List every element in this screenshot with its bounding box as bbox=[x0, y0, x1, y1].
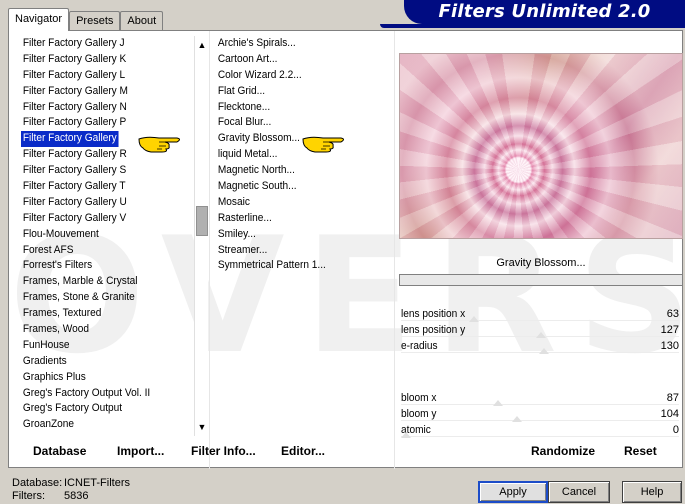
filter-item[interactable]: Mosaic bbox=[216, 195, 382, 211]
category-item[interactable]: Filter Factory Gallery V bbox=[21, 211, 173, 227]
filter-list[interactable]: Archie's Spirals... Cartoon Art... Color W… bbox=[216, 36, 396, 274]
filter-preview-image bbox=[399, 53, 683, 239]
apply-button[interactable]: Apply bbox=[478, 481, 548, 503]
parameter-slider[interactable]: atomic 0 bbox=[399, 422, 683, 438]
category-item[interactable]: Frames, Textured bbox=[21, 306, 173, 322]
category-item[interactable]: Filter Factory Gallery M bbox=[21, 84, 173, 100]
selected-filter-name: Gravity Blossom... bbox=[496, 257, 586, 269]
scroll-up-icon[interactable]: ▲ bbox=[195, 38, 209, 52]
category-scrollbar[interactable]: ▲ ▼ bbox=[194, 36, 208, 436]
category-item[interactable]: Filter Factory Gallery N bbox=[21, 100, 173, 116]
category-item-selected[interactable]: Filter Factory Gallery Q bbox=[21, 131, 127, 148]
filter-item[interactable]: Color Wizard 2.2... bbox=[216, 68, 382, 84]
category-item[interactable]: Filter Factory Gallery T bbox=[21, 179, 173, 195]
slider-track[interactable] bbox=[401, 436, 679, 437]
category-item[interactable]: Greg's Factory Output bbox=[21, 401, 173, 417]
tab-bar: Navigator Presets About bbox=[8, 8, 164, 31]
parameter-slider[interactable]: bloom y 104 bbox=[399, 406, 683, 422]
filter-item[interactable]: Cartoon Art... bbox=[216, 52, 382, 68]
category-item[interactable]: Filter Factory Gallery U bbox=[21, 195, 173, 211]
tab-navigator[interactable]: Navigator bbox=[8, 8, 70, 31]
category-item[interactable]: Gradients bbox=[21, 354, 173, 370]
filter-item[interactable]: Flat Grid... bbox=[216, 84, 382, 100]
database-label: Database: bbox=[12, 477, 63, 489]
filter-item[interactable]: Archie's Spirals... bbox=[216, 36, 382, 52]
category-item[interactable]: Greg's Factory Output Vol. II bbox=[21, 386, 173, 402]
filter-item[interactable]: Magnetic South... bbox=[216, 179, 382, 195]
filter-item[interactable]: Rasterline... bbox=[216, 211, 382, 227]
category-item[interactable]: Frames, Wood bbox=[21, 322, 173, 338]
tab-about[interactable]: About bbox=[120, 11, 164, 31]
slider-knob[interactable] bbox=[401, 432, 411, 438]
slider-track[interactable] bbox=[401, 404, 679, 405]
reset-button[interactable]: Reset bbox=[624, 444, 657, 458]
parameter-sliders: lens position x 63 lens position y 127 e-rad… bbox=[399, 306, 683, 438]
category-list[interactable]: Filter Factory Gallery J Filter Factory G… bbox=[21, 36, 186, 436]
cancel-button[interactable]: Cancel bbox=[548, 481, 610, 503]
category-item[interactable]: Filter Factory Gallery J bbox=[21, 36, 173, 52]
filter-item[interactable]: Symmetrical Pattern 1... bbox=[216, 258, 382, 274]
slider-track[interactable] bbox=[401, 420, 679, 421]
navigator-panel: OVERS Filter Factory Gallery J Filter Fac… bbox=[8, 30, 683, 469]
tab-presets[interactable]: Presets bbox=[69, 11, 121, 31]
import-button[interactable]: Import... bbox=[117, 444, 164, 458]
status-info: Database: ICNET-Filters Filters: 5836 bbox=[12, 477, 130, 503]
randomize-button[interactable]: Randomize bbox=[531, 444, 595, 458]
category-item[interactable]: FunHouse bbox=[21, 338, 173, 354]
database-value: ICNET-Filters bbox=[64, 477, 130, 489]
filter-item[interactable]: Focal Blur... bbox=[216, 115, 382, 131]
parameter-slider[interactable]: e-radius 130 bbox=[399, 338, 683, 354]
parameter-slider[interactable]: bloom x 87 bbox=[399, 390, 683, 406]
brand-banner: Filters Unlimited 2.0 bbox=[404, 0, 685, 24]
filter-item[interactable]: Streamer... bbox=[216, 243, 382, 259]
filters-count-label: Filters: bbox=[12, 490, 45, 502]
scroll-thumb[interactable] bbox=[196, 206, 208, 236]
category-item[interactable]: Filter Factory Gallery L bbox=[21, 68, 173, 84]
category-item[interactable]: Forrest's Filters bbox=[21, 258, 173, 274]
pointing-hand-icon bbox=[302, 136, 344, 153]
scroll-down-icon[interactable]: ▼ bbox=[195, 420, 209, 434]
category-item[interactable]: Forest AFS bbox=[21, 243, 173, 259]
parameter-slider[interactable]: lens position x 63 bbox=[399, 306, 683, 322]
slider-track[interactable] bbox=[401, 320, 679, 321]
divider bbox=[394, 31, 395, 469]
filter-item[interactable]: Magnetic North... bbox=[216, 163, 382, 179]
filter-item[interactable]: Flecktone... bbox=[216, 100, 382, 116]
filter-item[interactable]: liquid Metal... bbox=[216, 147, 382, 163]
category-item[interactable]: GroanZone bbox=[21, 417, 173, 433]
divider bbox=[209, 31, 210, 469]
category-item[interactable]: Graphics Plus bbox=[21, 370, 173, 386]
help-button[interactable]: Help bbox=[622, 481, 682, 503]
progress-bar bbox=[399, 274, 683, 286]
filter-info-button[interactable]: Filter Info... bbox=[191, 444, 256, 458]
brand-title: Filters Unlimited 2.0 bbox=[438, 1, 651, 22]
category-item[interactable]: Filter Factory Gallery K bbox=[21, 52, 173, 68]
filter-item[interactable]: Smiley... bbox=[216, 227, 382, 243]
brand-stripe bbox=[380, 24, 685, 28]
pointing-hand-icon bbox=[138, 136, 180, 153]
editor-button[interactable]: Editor... bbox=[281, 444, 325, 458]
slider-knob[interactable] bbox=[538, 348, 549, 354]
category-item[interactable]: Filter Factory Gallery S bbox=[21, 163, 173, 179]
parameter-slider[interactable]: lens position y 127 bbox=[399, 322, 683, 338]
filters-count-value: 5836 bbox=[64, 490, 89, 502]
category-item[interactable]: Frames, Stone & Granite bbox=[21, 290, 173, 306]
filter-item[interactable]: Gravity Blossom... bbox=[216, 131, 382, 147]
category-item[interactable]: Flou-Mouvement bbox=[21, 227, 173, 243]
database-button[interactable]: Database bbox=[33, 444, 86, 458]
category-item[interactable]: Frames, Marble & Crystal bbox=[21, 274, 173, 290]
category-item[interactable]: Filter Factory Gallery P bbox=[21, 115, 173, 131]
